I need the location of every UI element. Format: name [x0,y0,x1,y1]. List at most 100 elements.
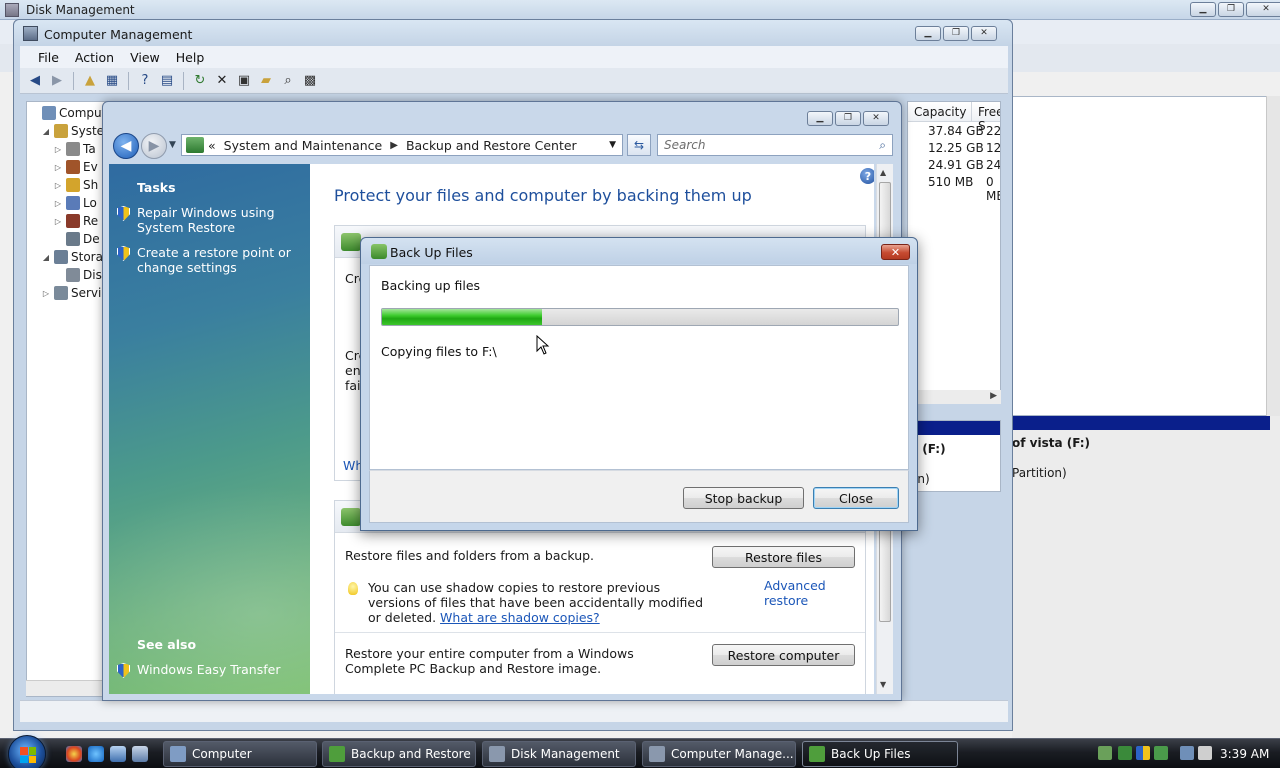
table-row[interactable]: 12.25 GB12.16 [908,141,1000,158]
tree-node[interactable]: Dis [53,266,102,284]
restore-files-button[interactable]: Restore files [712,546,855,568]
taskbar-button[interactable]: Disk Management [482,741,636,767]
breadcrumb-backup-restore-center[interactable]: Backup and Restore Center [406,138,577,153]
scroll-right-icon[interactable]: ▶ [990,391,997,401]
disk-management-graphical-view[interactable]: of vista (F:) Partition) [1012,416,1280,738]
back-arrow-icon[interactable]: ◀ [113,133,139,159]
volume-list[interactable]: Capacity Free S 37.84 GB22.4212.25 GB12.… [907,101,1001,401]
restore-computer-button[interactable]: Restore computer [712,644,855,666]
tree-expander-icon[interactable]: ▷ [41,289,51,298]
computer-management-titlebar[interactable]: Computer Management ▁ ❐ ✕ [14,20,1012,46]
breadcrumb-system-maintenance[interactable]: System and Maintenance [224,138,383,153]
tree-node[interactable]: ◢ Syster [41,122,109,140]
tree-expander-icon[interactable]: ▷ [53,181,63,190]
tree-expander-icon[interactable]: ▷ [53,145,63,154]
tray-volume-muted-icon[interactable] [1198,746,1212,760]
table-row[interactable]: 510 MB 0 MB [908,175,1000,203]
tree-node[interactable]: ▷ Ta [53,140,96,158]
minimize-icon[interactable]: ▁ [1190,2,1216,17]
disk-management-scrollbar[interactable] [1266,96,1280,416]
stop-backup-button[interactable]: Stop backup [683,487,804,509]
show-hide-tree-icon[interactable]: ▦ [103,72,121,90]
switch-windows-icon[interactable] [132,746,148,762]
tree-node[interactable]: De [53,230,100,248]
close-icon[interactable]: ✕ [971,26,997,41]
close-icon[interactable]: ✕ [1246,2,1280,17]
forward-arrow-icon[interactable]: ▶ [48,72,66,90]
clock[interactable]: 3:39 AM [1220,747,1269,761]
taskbar-button[interactable]: Back Up Files [802,741,958,767]
tree-node[interactable]: ▷ Re [53,212,98,230]
search-icon[interactable]: ⌕ [879,138,886,153]
menu-view[interactable]: View [122,50,168,65]
restore-icon[interactable]: ❐ [943,26,969,41]
start-button[interactable] [8,735,46,768]
tree-expander-icon[interactable]: ◢ [41,253,51,262]
create-restore-point-link[interactable]: Create a restore point or change setting… [137,245,302,275]
tray-security-shield-icon[interactable] [1136,746,1150,760]
minimize-icon[interactable]: ▁ [915,26,941,41]
internet-explorer-icon[interactable] [88,746,104,762]
forward-arrow-icon[interactable]: ▶ [141,133,167,159]
table-row[interactable]: 24.91 GB24.13 [908,158,1000,175]
advanced-restore-link[interactable]: Advanced restore [764,578,865,608]
scroll-down-icon[interactable]: ▼ [880,680,886,689]
volume-list-horizontal-scrollbar[interactable]: ▶ [907,390,1001,404]
close-icon[interactable]: ✕ [881,244,910,260]
tree-node[interactable]: ▷ Lo [53,194,97,212]
tree-expander-icon[interactable]: ▷ [53,163,63,172]
tray-network-icon[interactable] [1180,746,1194,760]
delete-icon[interactable]: ✕ [213,72,231,90]
shadow-copies-link[interactable]: What are shadow copies? [440,610,600,625]
tree-node[interactable]: ◢ Storag [41,248,111,266]
taskbar-button[interactable]: Backup and Restore ... [322,741,476,767]
back-arrow-icon[interactable]: ◀ [26,72,44,90]
minimize-icon[interactable]: ▁ [807,111,833,126]
repair-windows-link[interactable]: Repair Windows using System Restore [137,205,302,235]
close-button[interactable]: Close [813,487,899,509]
disk-management-volume-list[interactable] [1012,96,1280,416]
recent-pages-dropdown-icon[interactable]: ▼ [169,140,176,150]
chrome-icon[interactable] [66,746,82,762]
open-folder-icon[interactable]: ▰ [257,72,275,90]
breadcrumb-overflow[interactable]: « [208,138,216,153]
column-header-free-space[interactable]: Free S [972,102,1000,133]
menu-help[interactable]: Help [168,50,213,65]
restore-icon[interactable]: ❐ [1218,2,1244,17]
show-desktop-icon[interactable] [110,746,126,762]
tree-expander-icon[interactable]: ◢ [41,127,51,136]
disk-management-titlebar[interactable]: Disk Management ▁ ❐ ✕ [0,0,1280,20]
tree-node[interactable]: ▷ Ev [53,158,98,176]
up-folder-icon[interactable]: ▲ [81,72,99,90]
tree-node[interactable]: ▷ Servic [41,284,108,302]
tray-backup-icon[interactable] [1154,746,1168,760]
tree-expander-icon[interactable]: ▷ [53,199,63,208]
menu-file[interactable]: File [30,50,67,65]
tray-bluetooth-icon[interactable] [1118,746,1132,760]
tree-node[interactable]: ▷ Sh [53,176,98,194]
computer-management-graphical-view[interactable]: a (F:) on) [907,420,1001,492]
help-icon[interactable]: ? [860,168,874,184]
restore-icon[interactable]: ❐ [835,111,861,126]
taskbar-button[interactable]: Computer Manage... [642,741,796,767]
check-disk-icon[interactable]: ▣ [235,72,253,90]
help-icon[interactable]: ? [136,72,154,90]
address-dropdown-icon[interactable]: ▼ [609,140,616,150]
refresh-icon[interactable]: ⇆ [627,134,651,156]
column-header-capacity[interactable]: Capacity [908,102,972,122]
address-bar[interactable]: « System and Maintenance ▶ Backup and Re… [181,134,623,156]
breadcrumb-separator-icon[interactable]: ▶ [390,140,398,151]
search-disk-icon[interactable]: ⌕ [279,72,297,90]
tray-network-sync-icon[interactable] [1098,746,1112,760]
back-up-files-titlebar[interactable]: Back Up Files [361,238,917,264]
scroll-up-icon[interactable]: ▲ [880,168,886,177]
disk-properties-icon[interactable]: ▩ [301,72,319,90]
close-icon[interactable]: ✕ [863,111,889,126]
menu-action[interactable]: Action [67,50,122,65]
properties-icon[interactable]: ▤ [158,72,176,90]
windows-easy-transfer-link[interactable]: Windows Easy Transfer [137,662,302,677]
table-row[interactable]: 37.84 GB22.42 [908,124,1000,141]
tree-expander-icon[interactable]: ▷ [53,217,63,226]
search-input[interactable]: Search ⌕ [657,134,893,156]
refresh-icon[interactable]: ↻ [191,72,209,90]
